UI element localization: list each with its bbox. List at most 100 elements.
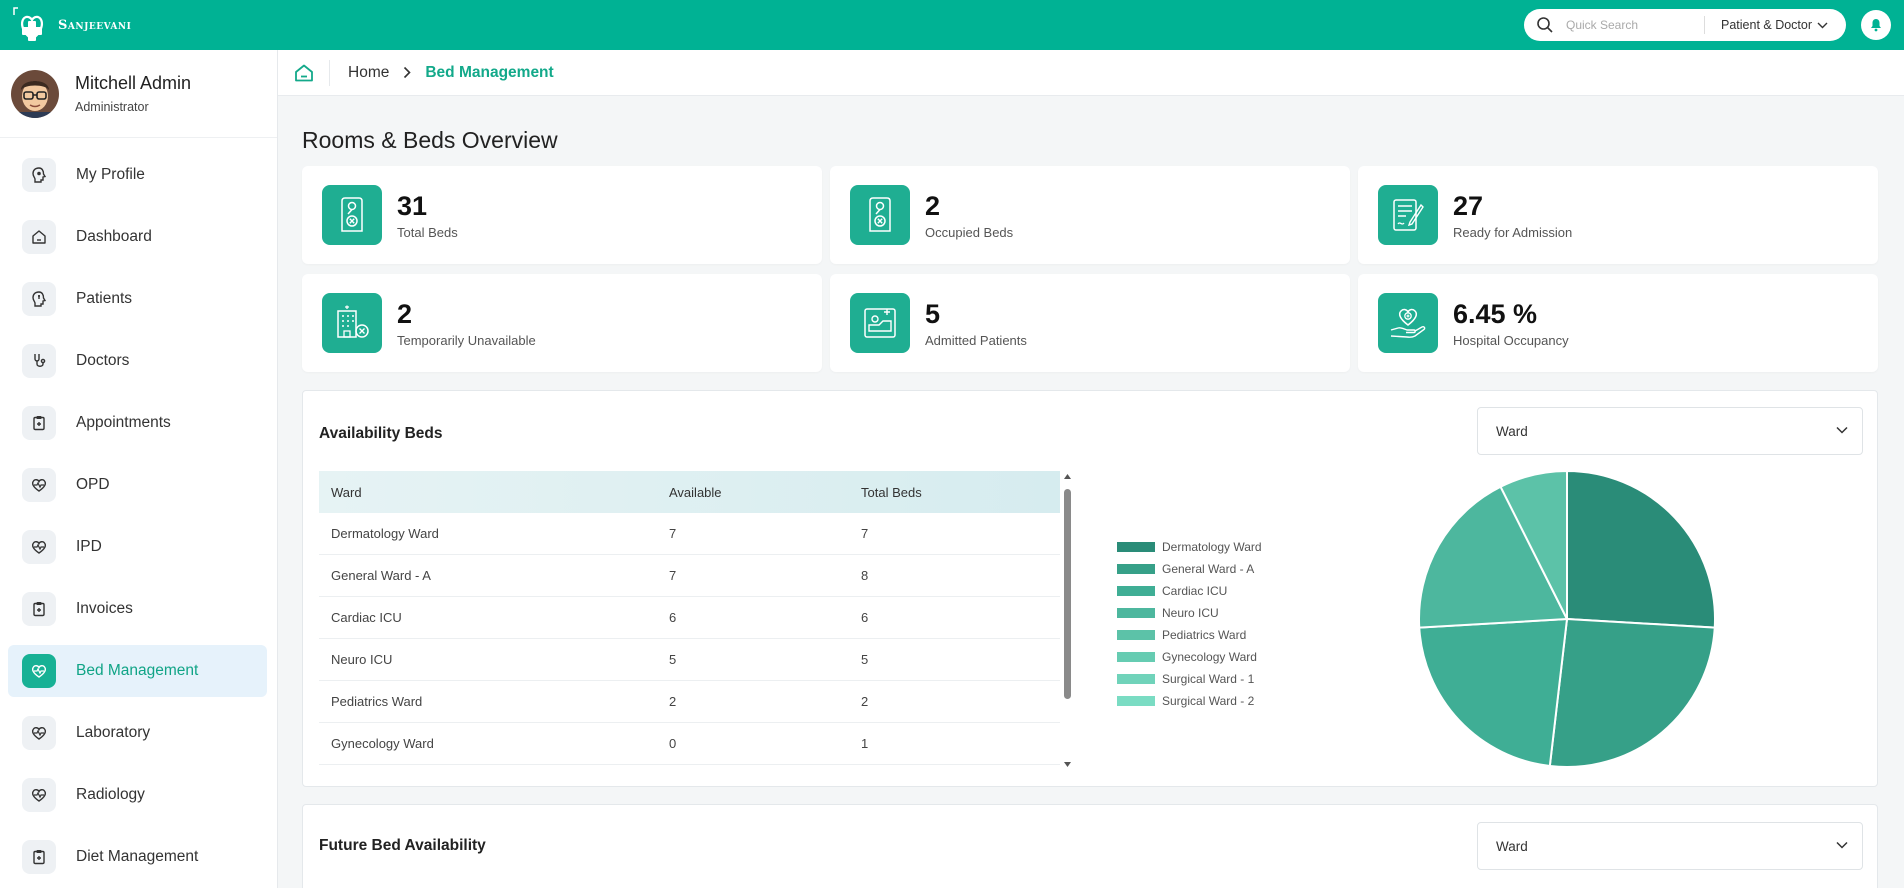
future-ward-filter-select[interactable]: Ward (1477, 822, 1863, 870)
sidebar-item-label: Patients (76, 290, 133, 307)
heartbeat-icon (22, 778, 56, 812)
heartbeat-icon (22, 530, 56, 564)
legend-item[interactable]: Surgical Ward - 2 (1117, 690, 1262, 712)
search-scope-label: Patient & Doctor (1721, 18, 1813, 32)
avatar-image (11, 69, 59, 118)
legend-label: Gynecology Ward (1162, 650, 1257, 664)
cell-ward: Cardiac ICU (331, 610, 402, 625)
breadcrumb-home-link[interactable]: Home (348, 64, 389, 82)
patient-head-icon (22, 282, 56, 316)
legend-swatch (1117, 696, 1155, 706)
sidebar-item-patients[interactable]: Patients (8, 273, 267, 325)
legend-item[interactable]: Surgical Ward - 1 (1117, 668, 1262, 690)
stat-label: Temporarily Unavailable (397, 332, 536, 348)
stat-card-admitted-patients: 5 Admitted Patients (830, 274, 1350, 372)
sidebar-item-invoices[interactable]: Invoices (8, 583, 267, 635)
sidebar-item-appointments[interactable]: Appointments (8, 397, 267, 449)
sidebar-item-label: Invoices (76, 600, 133, 617)
notifications-button[interactable] (1861, 10, 1891, 40)
clipboard-plus-icon (22, 592, 56, 626)
table-scrollbar[interactable] (1061, 471, 1073, 771)
heart-cross-logo-icon (13, 7, 44, 41)
panel-title: Availability Beds (319, 425, 443, 442)
sidebar-item-dashboard[interactable]: Dashboard (8, 211, 267, 263)
legend-swatch (1117, 608, 1155, 618)
availability-beds-panel: Availability Beds Ward Ward Available To… (302, 390, 1878, 787)
table-row: Cardiac ICU 6 6 (319, 597, 1060, 639)
search-scope-dropdown[interactable]: Patient & Doctor (1721, 18, 1828, 32)
sidebar-item-bed-management[interactable]: Bed Management (8, 645, 267, 697)
stat-value: 6.45 % (1453, 298, 1538, 329)
sidebar: Mitchell Admin Administrator My Profile … (0, 50, 278, 888)
profile-icon (22, 158, 56, 192)
sidebar-nav: My Profile Dashboard Patients Doctors Ap… (0, 149, 277, 883)
sidebar-item-label: Bed Management (76, 662, 199, 679)
column-header-available[interactable]: Available (657, 485, 849, 500)
sidebar-item-radiology[interactable]: Radiology (8, 769, 267, 821)
sidebar-item-laboratory[interactable]: Laboratory (8, 707, 267, 759)
table-row: Gynecology Ward 0 1 (319, 723, 1060, 765)
avatar (11, 69, 59, 118)
legend-item[interactable]: Dermatology Ward (1117, 536, 1262, 558)
cell-available: 7 (669, 526, 677, 541)
user-profile[interactable]: Mitchell Admin Administrator (0, 50, 277, 138)
patient-bed-icon (850, 293, 910, 353)
home-icon (294, 64, 313, 81)
legend-swatch (1117, 564, 1155, 574)
breadcrumb-current: Bed Management (425, 63, 554, 81)
cell-total-beds: 6 (861, 610, 869, 625)
door-hanger-icon (850, 185, 910, 245)
stat-card-ready-for-admission: 27 Ready for Admission (1358, 166, 1878, 264)
cell-total-beds: 8 (861, 568, 869, 583)
scrollbar-thumb[interactable] (1064, 489, 1071, 699)
bell-icon (1871, 19, 1881, 32)
sidebar-item-ipd[interactable]: IPD (8, 521, 267, 573)
brand-name: Sanjeevani (58, 17, 132, 33)
cell-total-beds: 7 (861, 526, 869, 541)
sidebar-item-doctors[interactable]: Doctors (8, 335, 267, 387)
quick-search-bar: Patient & Doctor (1524, 9, 1846, 41)
brand-logo[interactable]: Sanjeevani (8, 5, 131, 45)
user-name: Mitchell Admin (75, 73, 192, 93)
clipboard-plus-icon (22, 406, 56, 440)
legend-item[interactable]: General Ward - A (1117, 558, 1262, 580)
user-role: Administrator (75, 100, 149, 114)
legend-item[interactable]: Pediatrics Ward (1117, 624, 1262, 646)
legend-item[interactable]: Neuro ICU (1117, 602, 1262, 624)
scroll-up-arrow-icon[interactable] (1063, 473, 1072, 480)
chart-legend: Dermatology Ward General Ward - A Cardiac … (1117, 536, 1262, 712)
search-input[interactable] (1566, 18, 1696, 32)
legend-label: Surgical Ward - 2 (1162, 694, 1255, 708)
breadcrumb-home-button[interactable] (278, 59, 330, 86)
legend-item[interactable]: Gynecology Ward (1117, 646, 1262, 668)
pie-slice[interactable] (1548, 617, 1716, 768)
sidebar-item-opd[interactable]: OPD (8, 459, 267, 511)
cell-total-beds: 1 (861, 736, 869, 751)
legend-label: Surgical Ward - 1 (1162, 672, 1255, 686)
stat-label: Admitted Patients (925, 332, 1027, 348)
chevron-down-icon (1836, 841, 1848, 849)
search-icon[interactable] (1536, 16, 1554, 34)
legend-swatch (1117, 652, 1155, 662)
stat-label: Hospital Occupancy (1453, 332, 1569, 348)
legend-label: Dermatology Ward (1162, 540, 1262, 554)
sidebar-item-diet-management[interactable]: Diet Management (8, 831, 267, 883)
column-header-ward[interactable]: Ward (319, 485, 657, 500)
stat-card-temporarily-unavailable: 2 Temporarily Unavailable (302, 274, 822, 372)
scroll-down-arrow-icon[interactable] (1063, 761, 1072, 768)
legend-label: Cardiac ICU (1162, 584, 1228, 598)
cell-available: 6 (669, 610, 677, 625)
sidebar-item-label: Appointments (76, 414, 171, 431)
ward-filter-select[interactable]: Ward (1477, 407, 1863, 455)
sidebar-item-label: Doctors (76, 352, 130, 369)
legend-item[interactable]: Cardiac ICU (1117, 580, 1262, 602)
pie-slice[interactable] (1566, 469, 1716, 629)
column-header-total-beds[interactable]: Total Beds (849, 485, 1049, 500)
heartbeat-icon (22, 468, 56, 502)
sidebar-item-my-profile[interactable]: My Profile (8, 149, 267, 201)
chevron-right-icon (404, 66, 411, 79)
cell-ward: Dermatology Ward (331, 526, 439, 541)
pie-slice[interactable] (1418, 617, 1569, 768)
stat-label: Total Beds (397, 224, 458, 240)
select-value: Ward (1496, 838, 1528, 854)
